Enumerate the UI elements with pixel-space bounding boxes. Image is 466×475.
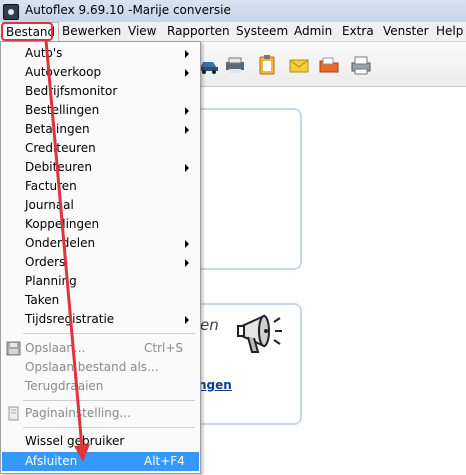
submenu-arrow-icon: [185, 240, 189, 248]
menu-item-label: Afsluiten: [25, 454, 78, 468]
printer-icon[interactable]: [350, 54, 372, 76]
menu-item-koppelingen[interactable]: Koppelingen: [2, 215, 199, 234]
clipboard-icon[interactable]: [256, 54, 278, 76]
menu-item-crediteuren[interactable]: Crediteuren: [2, 139, 199, 158]
menu-item-bestellingen[interactable]: Bestellingen: [2, 101, 199, 120]
menu-item-label: Crediteuren: [25, 141, 96, 155]
menu-item-label: Journaal: [25, 198, 74, 212]
menu-item-label: Wissel gebruiker: [25, 434, 125, 448]
menu-view[interactable]: View: [128, 24, 156, 38]
menu-item-debiteuren[interactable]: Debiteuren: [2, 158, 199, 177]
save-icon: [6, 341, 21, 356]
menu-item-opslaan-als[interactable]: Opslaan bestand als...: [2, 358, 199, 377]
submenu-arrow-icon: [185, 126, 189, 134]
folder-icon[interactable]: [318, 54, 340, 76]
menu-item-label: Terugdraaien: [25, 379, 104, 393]
menu-item-taken[interactable]: Taken: [2, 291, 199, 310]
shortcut-text: Alt+F4: [144, 454, 185, 468]
megaphone-icon: [237, 314, 282, 353]
menu-bar: Bestand Bewerken View Rapporten Systeem …: [0, 22, 466, 42]
menu-venster[interactable]: Venster: [383, 24, 429, 38]
menu-item-betalingen[interactable]: Betalingen: [2, 120, 199, 139]
menu-item-label: Opslaan bestand als...: [25, 360, 159, 374]
menu-rapporten[interactable]: Rapporten: [167, 24, 230, 38]
menu-item-planning[interactable]: Planning: [2, 272, 199, 291]
submenu-arrow-icon: [185, 259, 189, 267]
menu-item-terugdraaien[interactable]: Terugdraaien: [2, 377, 199, 396]
menu-item-label: Taken: [25, 293, 60, 307]
menu-item-orders[interactable]: Orders: [2, 253, 199, 272]
menu-item-label: Facturen: [25, 179, 77, 193]
card-heading-partial: en: [200, 316, 219, 334]
menu-item-afsluiten[interactable]: Afsluiten Alt+F4: [2, 452, 199, 471]
car-icon[interactable]: [198, 54, 220, 76]
menu-item-label: Orders: [25, 255, 66, 269]
submenu-arrow-icon: [185, 164, 189, 172]
menu-item-label: Koppelingen: [25, 217, 100, 231]
envelope-icon[interactable]: [288, 54, 310, 76]
menu-item-journaal[interactable]: Journaal: [2, 196, 199, 215]
menu-item-facturen[interactable]: Facturen: [2, 177, 199, 196]
submenu-arrow-icon: [185, 107, 189, 115]
menu-separator: [23, 400, 195, 401]
menu-item-wissel-gebruiker[interactable]: Wissel gebruiker: [2, 432, 199, 451]
menu-item-label: Bestellingen: [25, 103, 100, 117]
shortcut-text: Ctrl+S: [144, 341, 184, 355]
menu-item-label: Onderdelen: [25, 236, 96, 250]
title-bar: Autoflex 9.69.10 -Marije conversie: [0, 0, 466, 23]
menu-admin[interactable]: Admin: [294, 24, 332, 38]
menu-item-onderdelen[interactable]: Onderdelen: [2, 234, 199, 253]
menu-item-bedrijfsmonitor[interactable]: Bedrijfsmonitor: [2, 82, 199, 101]
menu-item-label: Opslaan...: [25, 341, 86, 355]
submenu-arrow-icon: [185, 50, 189, 58]
card-link-partial[interactable]: ngen: [198, 378, 232, 392]
submenu-arrow-icon: [185, 316, 189, 324]
menu-systeem[interactable]: Systeem: [236, 24, 288, 38]
menu-separator: [23, 427, 195, 428]
menu-item-opslaan[interactable]: Opslaan... Ctrl+S: [2, 339, 199, 358]
menu-separator: [23, 333, 195, 334]
submenu-arrow-icon: [185, 69, 189, 77]
menu-item-label: Betalingen: [25, 122, 90, 136]
annotation-highlight-box: [1, 22, 53, 41]
menu-item-label: Planning: [25, 274, 77, 288]
menu-item-label: Auto's: [25, 46, 63, 60]
menu-item-autoverkoop[interactable]: Autoverkoop: [2, 63, 199, 82]
bestand-dropdown-menu: Auto's Autoverkoop Bedrijfsmonitor Beste…: [0, 41, 201, 474]
menu-item-tijdsregistratie[interactable]: Tijdsregistratie: [2, 310, 199, 329]
menu-item-label: Tijdsregistratie: [25, 312, 115, 326]
menu-item-label: Debiteuren: [25, 160, 92, 174]
printer-stack-icon[interactable]: [224, 54, 246, 76]
menu-item-label: Autoverkoop: [25, 65, 102, 79]
menu-item-label: Bedrijfsmonitor: [25, 84, 118, 98]
menu-item-paginainstelling[interactable]: Paginainstelling...: [2, 404, 199, 423]
menu-extra[interactable]: Extra: [342, 24, 374, 38]
autoflex-app-icon[interactable]: [3, 4, 19, 20]
menu-item-autos[interactable]: Auto's: [2, 44, 199, 63]
menu-item-label: Paginainstelling...: [25, 406, 131, 420]
window-title: Autoflex 9.69.10 -Marije conversie: [25, 3, 231, 17]
menu-help[interactable]: Help: [436, 24, 463, 38]
page-setup-icon: [8, 406, 19, 421]
menu-bewerken[interactable]: Bewerken: [62, 24, 121, 38]
